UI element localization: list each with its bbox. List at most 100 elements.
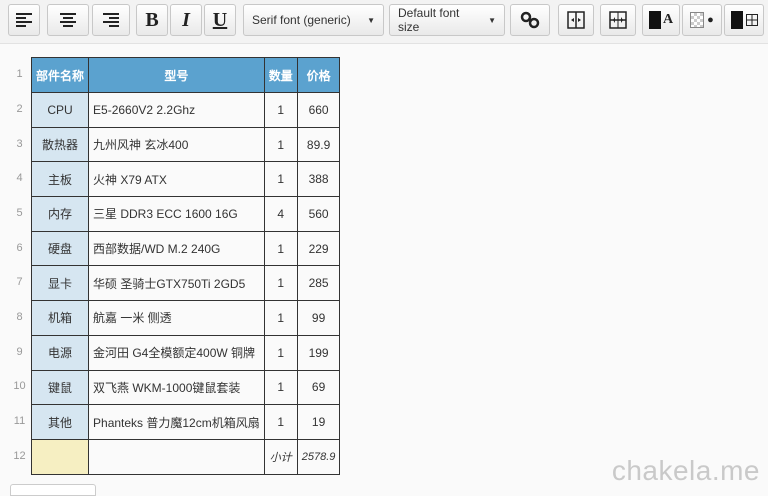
font-family-value: Serif font (generic) <box>252 13 351 27</box>
model-cell[interactable]: 西部数据/WD M.2 240G <box>88 230 265 267</box>
header-row: 部件名称 型号 数量 价格 <box>30 57 341 93</box>
quantity-cell[interactable]: 1 <box>263 369 298 406</box>
table-row: 显卡 华硕 圣骑士GTX750Ti 2GD5 1 285 <box>30 265 341 302</box>
table-row: 机箱 航嘉 一米 侧透 1 99 <box>30 300 341 336</box>
model-cell[interactable]: 航嘉 一米 侧透 <box>88 300 265 336</box>
row-number: 8 <box>16 311 23 323</box>
underline-button[interactable]: U <box>204 4 236 36</box>
model-cell[interactable]: 三星 DDR3 ECC 1600 16G <box>88 196 265 232</box>
chevron-down-icon: ▼ <box>367 15 375 25</box>
insert-column-button[interactable] <box>558 4 594 36</box>
font-family-select[interactable]: Serif font (generic) ▼ <box>243 4 384 36</box>
blank-cell[interactable] <box>88 438 265 475</box>
bottom-tab[interactable] <box>10 484 96 496</box>
price-cell[interactable]: 560 <box>296 196 341 232</box>
part-name-cell[interactable]: 其他 <box>30 404 90 440</box>
price-cell[interactable]: 99 <box>296 300 341 336</box>
quantity-cell[interactable]: 1 <box>263 404 298 440</box>
text-color-button[interactable]: A <box>642 4 680 36</box>
quantity-header[interactable]: 数量 <box>263 57 298 93</box>
link-button[interactable] <box>510 4 550 36</box>
model-cell[interactable]: 金河田 G4全模额定400W 铜牌 <box>88 334 265 371</box>
font-size-value: Default font size <box>398 6 460 34</box>
quantity-cell[interactable]: 4 <box>263 196 298 232</box>
price-cell[interactable]: 199 <box>296 334 341 371</box>
table-row: 内存 三星 DDR3 ECC 1600 16G 4 560 <box>30 196 341 232</box>
fill-drop-icon: ● <box>707 14 714 26</box>
subtotal-label[interactable]: 小计 <box>263 438 298 475</box>
part-name-cell[interactable]: 机箱 <box>30 300 90 336</box>
price-header[interactable]: 价格 <box>296 57 341 93</box>
table-row: 硬盘 西部数据/WD M.2 240G 1 229 <box>30 230 341 267</box>
insert-column-icon <box>567 11 585 29</box>
link-icon <box>520 11 540 29</box>
model-header[interactable]: 型号 <box>88 57 265 93</box>
watermark: chakela.me <box>611 455 760 486</box>
quantity-cell[interactable]: 1 <box>263 230 298 267</box>
insert-row-button[interactable] <box>600 4 636 36</box>
align-left-icon <box>16 13 32 27</box>
background-color-button[interactable]: ● <box>682 4 722 36</box>
model-cell[interactable]: 九州风神 玄冰400 <box>88 126 265 163</box>
font-size-select[interactable]: Default font size ▼ <box>389 4 505 36</box>
price-cell[interactable]: 69 <box>296 369 341 406</box>
part-name-cell[interactable]: 电源 <box>30 334 90 371</box>
table-row: 键鼠 双飞燕 WKM-1000键鼠套装 1 69 <box>30 369 341 406</box>
checker-swatch-icon <box>690 12 705 28</box>
subtotal-row: 小计 2578.9 <box>30 438 341 475</box>
quantity-cell[interactable]: 1 <box>263 126 298 163</box>
row-number: 11 <box>13 415 26 427</box>
price-cell[interactable]: 660 <box>296 92 341 128</box>
price-cell[interactable]: 285 <box>296 265 341 302</box>
model-cell[interactable]: 火神 X79 ATX <box>88 161 265 198</box>
editor-toolbar: B I U Serif font (generic) ▼ Default fon… <box>0 0 768 44</box>
color-swatch-icon <box>648 11 661 29</box>
row-number: 3 <box>16 138 23 150</box>
table-row: 主板 火神 X79 ATX 1 388 <box>30 161 341 198</box>
border-color-button[interactable] <box>724 4 764 36</box>
chevron-down-icon: ▼ <box>488 15 496 25</box>
part-name-cell[interactable]: 硬盘 <box>30 230 90 267</box>
model-cell[interactable]: Phanteks 普力魔12cm机箱风扇 <box>88 404 265 440</box>
row-number: 1 <box>16 68 23 80</box>
align-center-button[interactable] <box>47 4 89 36</box>
align-right-button[interactable] <box>92 4 130 36</box>
part-name-cell[interactable]: 主板 <box>30 161 90 198</box>
row-number: 10 <box>13 380 26 392</box>
quantity-cell[interactable]: 1 <box>263 161 298 198</box>
price-cell[interactable]: 229 <box>296 230 341 267</box>
quantity-cell[interactable]: 1 <box>263 334 298 371</box>
price-cell[interactable]: 89.9 <box>296 126 341 163</box>
align-right-icon <box>103 13 119 27</box>
align-center-icon <box>60 13 76 27</box>
part-name-cell[interactable]: CPU <box>30 92 90 128</box>
bold-button[interactable]: B <box>136 4 168 36</box>
part-name-cell[interactable]: 显卡 <box>30 265 90 302</box>
table-row: 电源 金河田 G4全模额定400W 铜牌 1 199 <box>30 334 341 371</box>
align-left-button[interactable] <box>8 4 40 36</box>
row-number: 7 <box>16 276 23 288</box>
part-name-cell[interactable]: 散热器 <box>30 126 90 163</box>
price-cell[interactable]: 388 <box>296 161 341 198</box>
italic-button[interactable]: I <box>170 4 202 36</box>
price-cell[interactable]: 19 <box>296 404 341 440</box>
parts-table: 部件名称 型号 数量 价格 CPU E5-2660V2 2.2Ghz 1 660 散热器 九州风神… <box>30 57 341 475</box>
part-name-cell[interactable]: 内存 <box>30 196 90 232</box>
quantity-cell[interactable]: 1 <box>263 92 298 128</box>
table-row: 其他 Phanteks 普力魔12cm机箱风扇 1 19 <box>30 404 341 440</box>
model-cell[interactable]: 华硕 圣骑士GTX750Ti 2GD5 <box>88 265 265 302</box>
part-name-header[interactable]: 部件名称 <box>30 57 90 93</box>
model-cell[interactable]: 双飞燕 WKM-1000键鼠套装 <box>88 369 265 406</box>
model-cell[interactable]: E5-2660V2 2.2Ghz <box>88 92 265 128</box>
insert-row-icon <box>609 11 627 29</box>
row-number: 12 <box>13 450 26 462</box>
row-number: 9 <box>16 346 23 358</box>
table-row: CPU E5-2660V2 2.2Ghz 1 660 <box>30 92 341 128</box>
quantity-cell[interactable]: 1 <box>263 265 298 302</box>
part-name-cell[interactable]: 键鼠 <box>30 369 90 406</box>
color-swatch-icon <box>730 11 743 29</box>
subtotal-value[interactable]: 2578.9 <box>296 438 341 475</box>
blank-cell[interactable] <box>30 438 90 475</box>
quantity-cell[interactable]: 1 <box>263 300 298 336</box>
row-number: 5 <box>16 207 23 219</box>
